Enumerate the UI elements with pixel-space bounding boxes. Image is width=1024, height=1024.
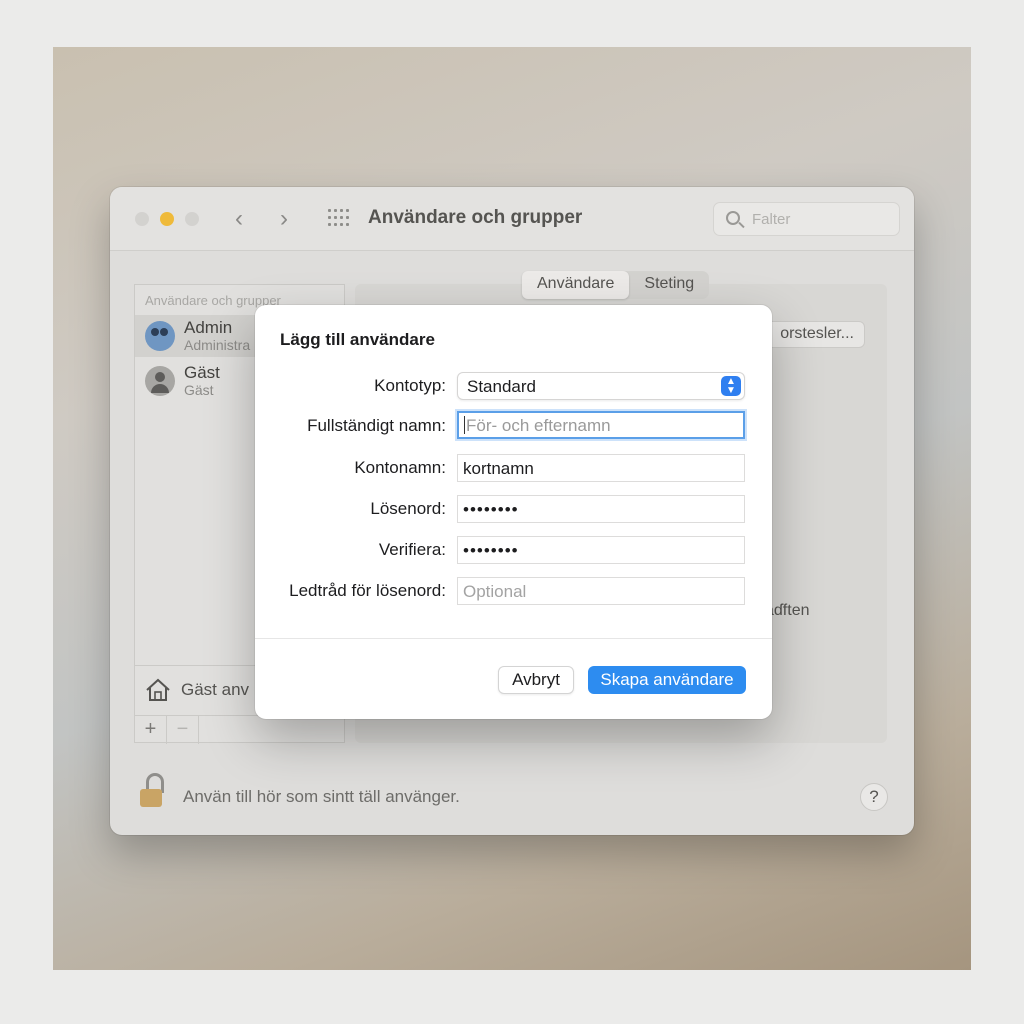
guest-options-label: Gäst anv xyxy=(181,680,250,699)
add-user-dialog: Lägg till användare Kontotyp: Standard ▲… xyxy=(255,305,772,719)
verify-label: Verifiera: xyxy=(378,540,446,559)
password-hint-label: Ledtråd för lösenord: xyxy=(289,581,446,600)
dialog-divider xyxy=(255,638,772,639)
lock-icon[interactable] xyxy=(134,769,174,813)
account-type-label: Kontotyp: xyxy=(374,376,446,395)
cancel-button[interactable]: Avbryt xyxy=(498,666,574,694)
chevron-right-icon[interactable]: › xyxy=(280,205,288,233)
add-user-button[interactable]: + xyxy=(135,716,167,744)
zoom-window-button[interactable] xyxy=(185,212,199,226)
verify-password-field[interactable]: •••••••• xyxy=(457,536,745,564)
search-field[interactable]: Falter xyxy=(713,202,900,236)
tab-users[interactable]: Användare xyxy=(522,271,630,299)
minimize-window-button[interactable] xyxy=(160,212,174,226)
close-window-button[interactable] xyxy=(135,212,149,226)
account-type-value: Standard xyxy=(467,377,536,396)
updown-chevron-icon: ▲ ▼ xyxy=(721,376,741,396)
text-cursor xyxy=(464,416,465,434)
full-name-field[interactable]: För- och efternamn xyxy=(457,411,745,439)
create-user-button[interactable]: Skapa användare xyxy=(588,666,746,694)
account-type-select[interactable]: Standard ▲ ▼ xyxy=(457,372,745,400)
search-icon xyxy=(726,211,740,225)
window-titlebar: ‹ › Användare och grupper Falter xyxy=(110,187,914,251)
sidebar-button-bar: + − xyxy=(135,715,344,744)
user-role: Administra xyxy=(184,337,251,353)
remove-user-button[interactable]: − xyxy=(167,716,199,744)
dialog-title: Lägg till användare xyxy=(280,330,435,349)
user-name: Gäst xyxy=(184,363,220,382)
chevron-left-icon[interactable]: ‹ xyxy=(235,205,243,233)
account-name-label: Kontonamn: xyxy=(354,458,446,477)
search-placeholder: Falter xyxy=(752,211,791,228)
password-field[interactable]: •••••••• xyxy=(457,495,745,523)
password-label: Lösenord: xyxy=(370,499,446,518)
house-icon xyxy=(146,678,170,701)
user-name: Admin xyxy=(184,318,233,337)
show-all-grid-icon[interactable] xyxy=(328,209,350,227)
lock-message: Använ till hör som sintt täll använger. xyxy=(183,787,460,806)
admin-avatar-icon xyxy=(145,321,175,351)
account-name-field[interactable]: kortnamn xyxy=(457,454,745,482)
tab-segmented-control: Användare Steting xyxy=(522,271,710,299)
password-hint-field[interactable]: Optional xyxy=(457,577,745,605)
full-name-label: Fullständigt namn: xyxy=(307,416,446,435)
help-button[interactable]: ? xyxy=(860,783,888,811)
guest-avatar-icon xyxy=(145,366,175,396)
full-name-placeholder: För- och efternamn xyxy=(466,416,611,435)
tab-settings[interactable]: Steting xyxy=(629,271,709,299)
window-title: Användare och grupper xyxy=(368,207,583,228)
user-role: Gäst xyxy=(184,382,214,398)
